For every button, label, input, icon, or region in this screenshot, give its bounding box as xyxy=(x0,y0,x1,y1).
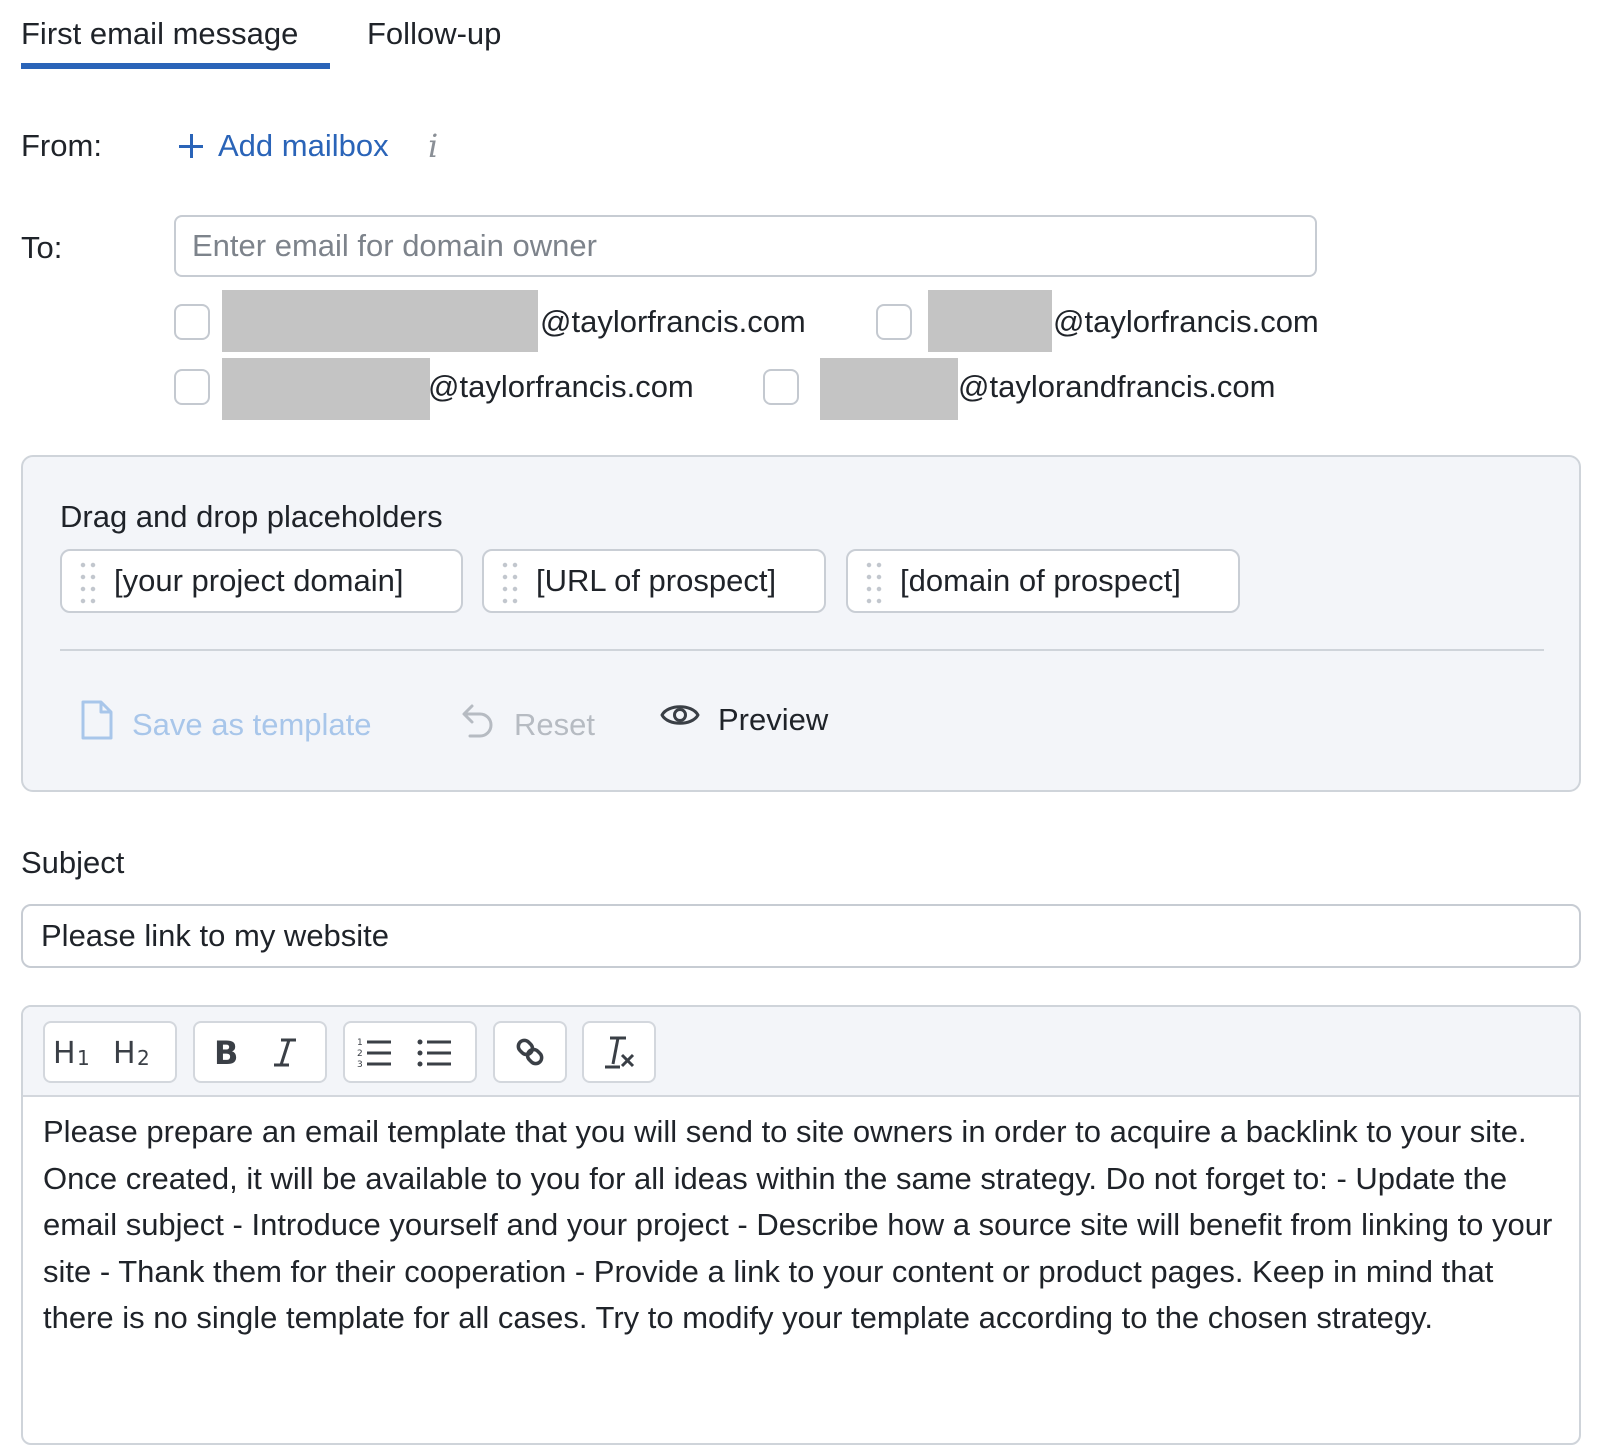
toolbar-group-headings: H 1 H 2 xyxy=(43,1021,177,1083)
svg-text:1: 1 xyxy=(77,1046,90,1067)
toolbar-group-link xyxy=(493,1021,567,1083)
placeholder-chip-project-domain[interactable]: [your project domain] xyxy=(60,549,463,613)
redacted-email-prefix xyxy=(222,290,538,352)
plus-icon xyxy=(178,133,204,159)
email-suggestion-checkbox[interactable] xyxy=(174,304,210,340)
panel-divider xyxy=(60,649,1544,651)
active-tab-indicator xyxy=(21,63,330,69)
email-suggestion-domain: @taylorfrancis.com xyxy=(428,369,694,404)
toolbar-group-format: B xyxy=(193,1021,327,1083)
placeholder-chip-domain-of-prospect[interactable]: [domain of prospect] xyxy=(846,549,1240,613)
add-mailbox-label: Add mailbox xyxy=(218,128,389,163)
svg-text:3: 3 xyxy=(357,1060,363,1069)
editor-toolbar: H 1 H 2 B 1 2 3 xyxy=(23,1007,1579,1097)
italic-icon[interactable] xyxy=(255,1023,315,1081)
save-as-template-label: Save as template xyxy=(132,707,372,742)
clear-formatting-icon[interactable] xyxy=(584,1023,654,1081)
reset-button[interactable]: Reset xyxy=(460,700,595,750)
heading-1-icon[interactable]: H 1 xyxy=(45,1023,105,1081)
email-body-text[interactable]: Please prepare an email template that yo… xyxy=(43,1109,1563,1342)
preview-button[interactable]: Preview xyxy=(660,700,828,740)
email-body-editor: H 1 H 2 B 1 2 3 Please prepare an email … xyxy=(21,1005,1581,1445)
to-email-input[interactable] xyxy=(174,215,1317,277)
from-label: From: xyxy=(21,128,102,163)
undo-icon xyxy=(460,700,496,750)
email-suggestion-checkbox[interactable] xyxy=(876,304,912,340)
tab-follow-up[interactable]: Follow-up xyxy=(367,14,501,54)
subject-label: Subject xyxy=(21,845,125,880)
eye-icon xyxy=(660,700,700,740)
reset-label: Reset xyxy=(514,707,595,742)
svg-text:1: 1 xyxy=(357,1038,363,1048)
placeholder-chip-label: [URL of prospect] xyxy=(536,563,777,598)
subject-input[interactable] xyxy=(21,904,1581,968)
save-as-template-button[interactable]: Save as template xyxy=(80,700,372,750)
bold-icon[interactable]: B xyxy=(195,1023,255,1081)
drag-handle-icon[interactable] xyxy=(78,559,98,605)
heading-2-icon[interactable]: H 2 xyxy=(105,1023,165,1081)
numbered-list-icon[interactable]: 1 2 3 xyxy=(345,1023,405,1081)
email-suggestion-domain: @taylorandfrancis.com xyxy=(958,369,1276,404)
bullet-list-icon[interactable] xyxy=(405,1023,465,1081)
email-suggestion-domain: @taylorfrancis.com xyxy=(540,304,806,339)
svg-text:2: 2 xyxy=(357,1049,363,1059)
svg-text:H: H xyxy=(53,1037,76,1067)
svg-text:B: B xyxy=(214,1036,238,1068)
preview-label: Preview xyxy=(718,702,829,737)
drag-handle-icon[interactable] xyxy=(500,559,520,605)
toolbar-group-clear xyxy=(582,1021,656,1083)
to-label: To: xyxy=(21,230,63,265)
svg-text:2: 2 xyxy=(137,1046,150,1067)
toolbar-group-lists: 1 2 3 xyxy=(343,1021,477,1083)
redacted-email-prefix xyxy=(222,358,430,420)
email-suggestion-checkbox[interactable] xyxy=(763,369,799,405)
link-icon[interactable] xyxy=(495,1023,565,1081)
placeholders-panel-title: Drag and drop placeholders xyxy=(60,499,443,534)
placeholder-chip-label: [your project domain] xyxy=(114,563,404,598)
email-suggestion-checkbox[interactable] xyxy=(174,369,210,405)
info-icon[interactable]: i xyxy=(428,126,438,166)
redacted-email-prefix xyxy=(820,358,958,420)
document-icon xyxy=(80,700,114,750)
placeholder-chip-label: [domain of prospect] xyxy=(900,563,1181,598)
svg-text:H: H xyxy=(113,1037,136,1067)
tab-first-email-message[interactable]: First email message xyxy=(21,14,298,54)
email-suggestion-domain: @taylorfrancis.com xyxy=(1053,304,1319,339)
add-mailbox-button[interactable]: Add mailbox xyxy=(178,126,389,166)
drag-handle-icon[interactable] xyxy=(864,559,884,605)
placeholder-chip-url-of-prospect[interactable]: [URL of prospect] xyxy=(482,549,826,613)
redacted-email-prefix xyxy=(928,290,1052,352)
